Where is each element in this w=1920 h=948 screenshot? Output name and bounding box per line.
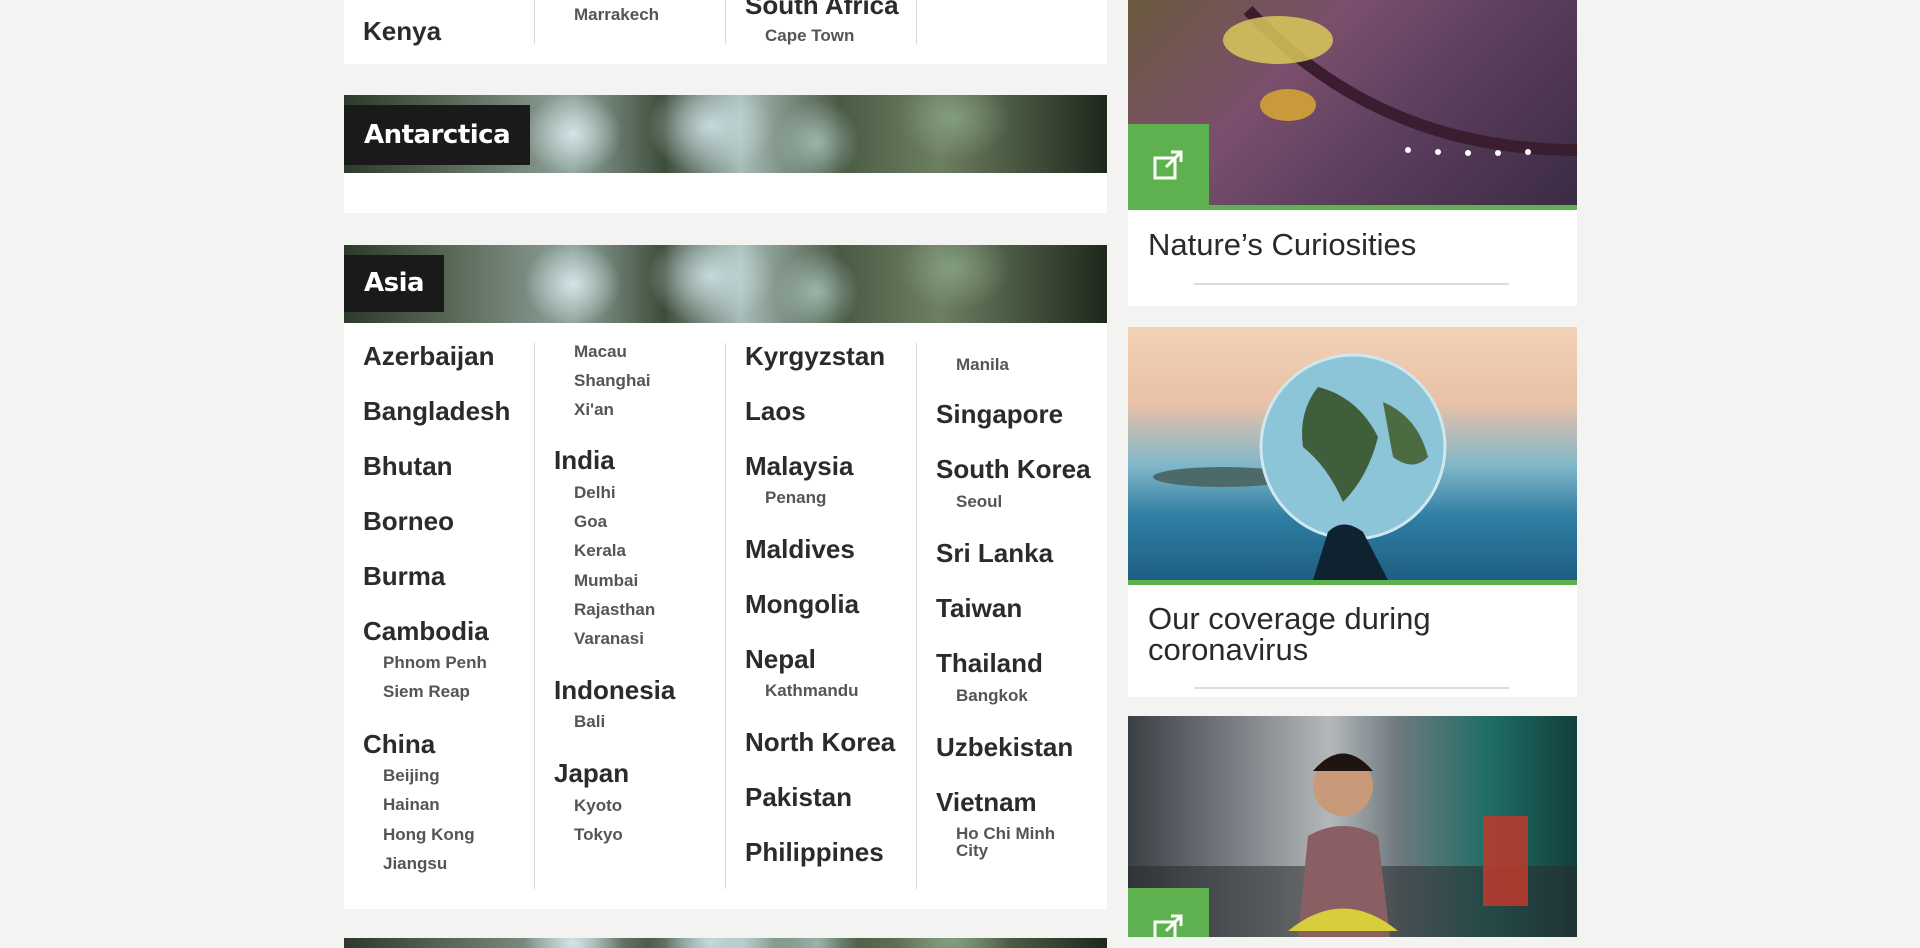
country-link-bangladesh[interactable]: Bangladesh — [363, 396, 510, 427]
country-link-maldives[interactable]: Maldives — [745, 534, 855, 565]
country-link-singapore[interactable]: Singapore — [936, 399, 1063, 430]
city-link-xian[interactable]: Xi'an — [574, 401, 614, 418]
city-link-goa[interactable]: Goa — [574, 513, 607, 530]
country-link-china[interactable]: China — [363, 729, 435, 760]
card-title[interactable]: Our coverage during coronavirus — [1148, 603, 1431, 665]
country-link-india[interactable]: India — [554, 445, 615, 476]
external-link-button[interactable] — [1128, 888, 1209, 937]
city-link-varanasi[interactable]: Varanasi — [574, 630, 644, 647]
city-link-beijing[interactable]: Beijing — [383, 767, 440, 784]
city-link-hainan[interactable]: Hainan — [383, 796, 440, 813]
antarctica-panel — [344, 173, 1107, 213]
country-link-kenya[interactable]: Kenya — [363, 16, 441, 47]
promo-card-chef[interactable] — [1128, 716, 1577, 937]
country-link-laos[interactable]: Laos — [745, 396, 806, 427]
country-link-sri-lanka[interactable]: Sri Lanka — [936, 538, 1053, 569]
asia-banner: Asia — [344, 245, 1107, 323]
country-link-cambodia[interactable]: Cambodia — [363, 616, 489, 647]
country-link-south-korea[interactable]: South Korea — [936, 454, 1091, 485]
country-link-vietnam[interactable]: Vietnam — [936, 787, 1037, 818]
country-link-south-africa[interactable]: South Africa — [745, 0, 899, 21]
city-link-shanghai[interactable]: Shanghai — [574, 372, 651, 389]
card-accent-bar — [1128, 580, 1577, 585]
column-divider — [916, 0, 917, 44]
globe-illustration — [1153, 353, 1447, 580]
country-link-indonesia[interactable]: Indonesia — [554, 675, 675, 706]
external-link-icon — [1153, 914, 1183, 937]
external-link-icon — [1153, 150, 1183, 180]
city-link-phnom-penh[interactable]: Phnom Penh — [383, 654, 487, 671]
city-link-bangkok[interactable]: Bangkok — [956, 687, 1028, 704]
city-link-ho-chi-minh-city[interactable]: Ho Chi Minh City — [956, 825, 1055, 859]
country-link-philippines[interactable]: Philippines — [745, 837, 884, 868]
country-link-nepal[interactable]: Nepal — [745, 644, 816, 675]
city-link-jiangsu[interactable]: Jiangsu — [383, 855, 447, 872]
city-link-rajasthan[interactable]: Rajasthan — [574, 601, 655, 618]
country-link-burma[interactable]: Burma — [363, 561, 445, 592]
column-divider — [534, 343, 535, 889]
card-accent-bar — [1128, 205, 1577, 210]
column-divider — [725, 0, 726, 44]
city-link-marrakech[interactable]: Marrakech — [574, 6, 659, 23]
asia-heading-link[interactable]: Asia — [344, 255, 445, 312]
country-link-azerbaijan[interactable]: Azerbaijan — [363, 341, 495, 372]
city-link-macau[interactable]: Macau — [574, 343, 627, 360]
next-region-banner — [344, 938, 1107, 948]
city-link-kyoto[interactable]: Kyoto — [574, 797, 622, 814]
country-link-thailand[interactable]: Thailand — [936, 648, 1043, 679]
card-title-line-2: coronavirus — [1148, 632, 1309, 667]
country-link-uzbekistan[interactable]: Uzbekistan — [936, 732, 1073, 763]
city-link-bali[interactable]: Bali — [574, 713, 605, 730]
antarctica-banner: Antarctica — [344, 95, 1107, 173]
country-link-borneo[interactable]: Borneo — [363, 506, 454, 537]
country-link-japan[interactable]: Japan — [554, 758, 629, 789]
city-link-siem-reap[interactable]: Siem Reap — [383, 683, 470, 700]
city-link-cape-town[interactable]: Cape Town — [765, 27, 854, 44]
country-link-mongolia[interactable]: Mongolia — [745, 589, 859, 620]
card-divider — [1194, 687, 1509, 689]
country-link-pakistan[interactable]: Pakistan — [745, 782, 852, 813]
city-link-mumbai[interactable]: Mumbai — [574, 572, 638, 589]
country-link-taiwan[interactable]: Taiwan — [936, 593, 1022, 624]
column-divider — [534, 0, 535, 44]
city-link-hong-kong[interactable]: Hong Kong — [383, 826, 475, 843]
city-link-kathmandu[interactable]: Kathmandu — [765, 682, 859, 699]
country-link-kyrgyzstan[interactable]: Kyrgyzstan — [745, 341, 885, 372]
city-link-kerala[interactable]: Kerala — [574, 542, 626, 559]
promo-card-coronavirus-coverage[interactable]: Our coverage during coronavirus — [1128, 327, 1577, 697]
card-title[interactable]: Nature’s Curiosities — [1148, 229, 1416, 260]
city-link-manila[interactable]: Manila — [956, 356, 1009, 373]
column-divider — [725, 343, 726, 889]
antarctica-heading-link[interactable]: Antarctica — [344, 105, 531, 165]
city-link-seoul[interactable]: Seoul — [956, 493, 1002, 510]
africa-panel: Kenya Marrakech South Africa Cape Town — [344, 0, 1107, 64]
card-divider — [1194, 283, 1509, 285]
country-link-north-korea[interactable]: North Korea — [745, 727, 895, 758]
card-title-line-1: Our coverage during — [1148, 601, 1431, 636]
promo-card-natures-curiosities[interactable]: Nature’s Curiosities — [1128, 0, 1577, 306]
country-link-malaysia[interactable]: Malaysia — [745, 451, 853, 482]
external-link-button[interactable] — [1128, 124, 1209, 205]
asia-panel: Azerbaijan Bangladesh Bhutan Borneo Burm… — [344, 323, 1107, 909]
city-name-line-2: City — [956, 841, 989, 860]
globe-in-hand-image — [1128, 327, 1577, 580]
city-link-penang[interactable]: Penang — [765, 489, 826, 506]
country-link-bhutan[interactable]: Bhutan — [363, 451, 453, 482]
city-link-delhi[interactable]: Delhi — [574, 484, 616, 501]
column-divider — [916, 343, 917, 889]
city-link-tokyo[interactable]: Tokyo — [574, 826, 623, 843]
